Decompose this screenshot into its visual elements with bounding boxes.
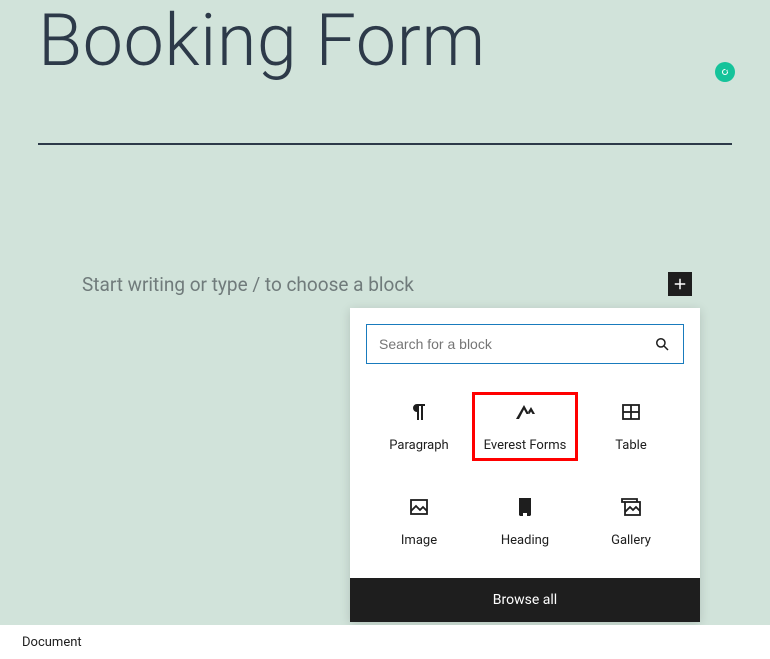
paragraph-icon bbox=[407, 400, 431, 424]
table-icon bbox=[619, 400, 643, 424]
page-title[interactable]: Booking Form bbox=[0, 0, 770, 83]
editor-canvas: Booking Form Start writing or type / to … bbox=[0, 0, 770, 625]
block-inserter-panel: Paragraph Everest Forms Table Image bbox=[350, 308, 700, 622]
gallery-icon bbox=[619, 495, 643, 519]
search-icon bbox=[653, 335, 671, 353]
block-table[interactable]: Table bbox=[578, 392, 684, 461]
block-label: Table bbox=[615, 438, 646, 453]
block-label: Image bbox=[401, 533, 437, 548]
everest-forms-icon bbox=[513, 400, 537, 424]
block-paragraph[interactable]: Paragraph bbox=[366, 392, 472, 461]
search-wrap bbox=[350, 308, 700, 380]
block-label: Heading bbox=[501, 533, 549, 548]
search-input[interactable] bbox=[379, 336, 645, 352]
block-heading[interactable]: Heading bbox=[472, 487, 578, 556]
title-divider bbox=[38, 143, 732, 145]
add-block-button[interactable] bbox=[668, 272, 692, 296]
search-box[interactable] bbox=[366, 324, 684, 364]
heading-icon bbox=[513, 495, 537, 519]
block-placeholder-row: Start writing or type / to choose a bloc… bbox=[82, 272, 692, 296]
breadcrumb-document[interactable]: Document bbox=[22, 635, 82, 650]
block-label: Gallery bbox=[611, 533, 651, 548]
blocks-grid: Paragraph Everest Forms Table Image bbox=[350, 380, 700, 578]
block-everest-forms[interactable]: Everest Forms bbox=[472, 392, 578, 461]
block-label: Everest Forms bbox=[484, 438, 567, 453]
footer-breadcrumb: Document bbox=[0, 625, 770, 659]
browse-all-button[interactable]: Browse all bbox=[350, 578, 700, 622]
block-gallery[interactable]: Gallery bbox=[578, 487, 684, 556]
image-icon bbox=[407, 495, 431, 519]
block-image[interactable]: Image bbox=[366, 487, 472, 556]
block-label: Paragraph bbox=[389, 438, 448, 453]
writing-prompt[interactable]: Start writing or type / to choose a bloc… bbox=[82, 273, 414, 296]
grammarly-icon[interactable] bbox=[715, 62, 735, 82]
